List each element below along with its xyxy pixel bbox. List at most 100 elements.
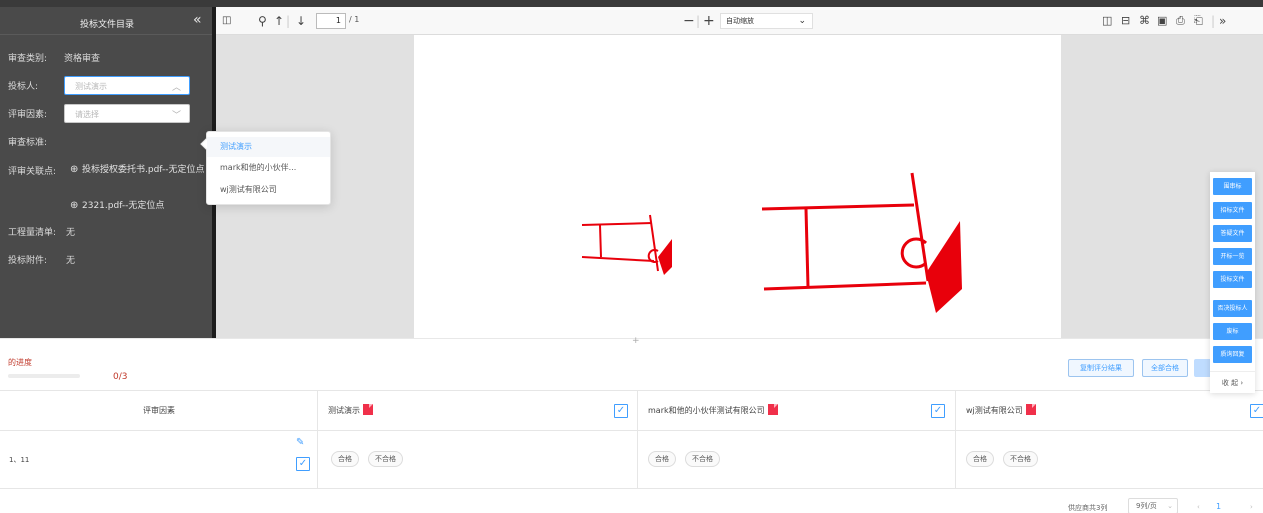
factor-select-placeholder: 请选择 <box>75 110 99 119</box>
fit-page-icon[interactable]: ⌘ <box>1139 13 1150 29</box>
vendor-name: wj测试有限公司 <box>966 404 1036 416</box>
linked-point-text: 投标授权委托书.pdf--无定位点 <box>82 165 205 175</box>
select-all-checkbox[interactable]: ✓ <box>1250 404 1263 418</box>
factor-label: 评审因素: <box>8 110 48 120</box>
bidder-dropdown: 测试演示 mark和他的小伙伴... wj测试有限公司 <box>200 131 331 205</box>
scan-stamp-small <box>581 214 659 272</box>
bookmark-icon[interactable]: ▣ <box>1157 13 1167 29</box>
double-chevron-right-icon[interactable]: » <box>1219 13 1226 29</box>
bidder-select-value: 测试演示 <box>75 82 107 91</box>
arrow-down-icon[interactable]: ↓ <box>296 13 306 29</box>
scan-stamp-small-fill <box>658 239 672 275</box>
zoom-out-icon[interactable]: − <box>683 13 695 29</box>
pdf-file-icon[interactable] <box>767 404 778 415</box>
presentation-icon[interactable]: ◫ <box>1102 13 1112 29</box>
vendor-name: mark和他的小伙伴测试有限公司 <box>648 404 778 416</box>
row-checkbox[interactable]: ✓ <box>296 457 310 471</box>
drag-handle-icon: + <box>632 336 640 346</box>
bidder-option[interactable]: 测试演示 <box>207 137 330 157</box>
factor-header-cell: 评审因素 <box>0 391 318 431</box>
bid-doc-sidebar: 投标文件目录 « 审查类别: 资格审查 投标人: 测试演示 ︿ 评审因素: 请选… <box>0 7 212 338</box>
pdf-page-drawing <box>581 172 962 313</box>
sidebar-title: 投标文件目录 <box>80 20 135 30</box>
vendor-score-cell: 合格 不合格 <box>956 431 1263 489</box>
quick-nav-button[interactable]: 废标 <box>1213 323 1252 340</box>
pdf-page <box>414 35 1061 338</box>
pass-button[interactable]: 合格 <box>648 451 676 467</box>
page-number[interactable]: 1 <box>1216 502 1221 511</box>
quick-nav-button[interactable]: 否决投标人 <box>1213 300 1252 317</box>
select-all-checkbox[interactable]: ✓ <box>931 404 945 418</box>
copy-score-button[interactable]: 复制评分结果 <box>1068 359 1134 377</box>
chevron-down-icon: ⌄ <box>1167 502 1173 510</box>
zoom-in-icon[interactable]: + <box>703 13 715 29</box>
fail-button[interactable]: 不合格 <box>1003 451 1038 467</box>
crosshair-icon: ⊕ <box>70 164 79 175</box>
chevron-down-icon: ⌄ <box>798 16 806 26</box>
page-size-select[interactable]: 9列/页 ⌄ <box>1128 498 1178 513</box>
review-category-label: 审查类别: <box>8 54 48 64</box>
linked-point-link[interactable]: ⊕ 2321.pdf--无定位点 <box>70 199 164 213</box>
panel-splitter[interactable]: + <box>0 336 1263 348</box>
bill-value: 无 <box>66 228 76 238</box>
vendor-header-cell: mark和他的小伙伴测试有限公司 ✓ <box>638 391 956 431</box>
download-icon[interactable]: ⎗ <box>1194 13 1203 29</box>
all-pass-button[interactable]: 全部合格 <box>1142 359 1188 377</box>
zoom-select-value: 自动缩放 <box>726 17 754 25</box>
bill-label: 工程量清单: <box>8 228 57 238</box>
next-page-icon[interactable]: › <box>1250 503 1253 511</box>
search-icon[interactable]: ⚲ <box>258 13 267 29</box>
factor-select[interactable]: 请选择 ﹀ <box>64 104 190 123</box>
progress-value: 0/3 <box>113 372 128 382</box>
quick-nav-button[interactable]: 答疑文件 <box>1213 225 1252 242</box>
factor-row-label: 1、11 <box>9 456 30 464</box>
print-icon[interactable]: ⎙ <box>1176 13 1185 29</box>
quick-nav-button[interactable]: 开标一览 <box>1213 248 1252 265</box>
vendor-score-cell: 合格 不合格 <box>638 431 956 489</box>
fail-button[interactable]: 不合格 <box>368 451 403 467</box>
pdf-file-icon[interactable] <box>363 404 373 415</box>
vendor-name: 测试演示 <box>328 404 373 416</box>
vendor-score-cell: 合格 不合格 <box>318 431 638 489</box>
review-category-value: 资格审查 <box>64 54 101 64</box>
prev-page-icon[interactable]: ‹ <box>1197 503 1200 511</box>
sidebar-toggle-icon[interactable]: ◫ <box>222 13 231 29</box>
divider: | <box>696 14 701 28</box>
quick-nav-button[interactable]: 质询回复 <box>1213 346 1252 363</box>
zoom-select[interactable]: 自动缩放 ⌄ <box>720 13 813 29</box>
pass-button[interactable]: 合格 <box>966 451 994 467</box>
bidder-option[interactable]: mark和他的小伙伴... <box>207 158 330 178</box>
page-total: / 1 <box>349 15 360 24</box>
standard-label: 审查标准: <box>8 138 48 148</box>
double-chevron-left-icon[interactable]: « <box>193 13 202 27</box>
bidder-option[interactable]: wj测试有限公司 <box>207 180 330 200</box>
quick-nav-button[interactable]: 投标文件 <box>1213 271 1252 288</box>
divider: | <box>286 14 291 28</box>
select-all-checkbox[interactable]: ✓ <box>614 404 628 418</box>
linked-point-text: 2321.pdf--无定位点 <box>82 201 165 211</box>
linked-points-label: 评审关联点: <box>8 167 57 177</box>
quick-nav-button[interactable]: 招标文件 <box>1213 202 1252 219</box>
open-file-icon[interactable]: ⊟ <box>1121 13 1130 29</box>
pdf-toolbar: ◫ ⚲ ↑ | ↓ 1 / 1 − | + 自动缩放 ⌄ ◫ ⊟ ⌘ ▣ ⎙ ⎗… <box>216 7 1263 35</box>
collapse-label: 收 起 <box>1221 379 1239 387</box>
chevron-down-icon: ﹀ <box>171 111 181 121</box>
bidder-select[interactable]: 测试演示 ︿ <box>64 76 190 95</box>
app-root: 投标文件目录 « 审查类别: 资格审查 投标人: 测试演示 ︿ 评审因素: 请选… <box>0 0 1263 513</box>
page-size-value: 9列/页 <box>1136 502 1157 510</box>
crosshair-icon: ⊕ <box>70 200 79 211</box>
fail-button[interactable]: 不合格 <box>685 451 720 467</box>
progress-bar <box>8 374 80 378</box>
linked-point-link[interactable]: ⊕ 投标授权委托书.pdf--无定位点 <box>70 163 210 177</box>
quick-nav-button[interactable]: 围串标 <box>1213 178 1252 195</box>
collapse-button[interactable]: 收 起 › <box>1210 371 1255 393</box>
pass-button[interactable]: 合格 <box>331 451 359 467</box>
page-number-input[interactable]: 1 <box>316 13 346 29</box>
pagination: 供应商共3列 9列/页 ⌄ ‹ 1 › <box>0 495 1263 513</box>
pdf-viewer: ◫ ⚲ ↑ | ↓ 1 / 1 − | + 自动缩放 ⌄ ◫ ⊟ ⌘ ▣ ⎙ ⎗… <box>216 7 1263 338</box>
arrow-up-icon[interactable]: ↑ <box>274 13 284 29</box>
pdf-file-icon[interactable] <box>1025 404 1036 415</box>
edit-detail-icon[interactable]: ✎ <box>296 437 304 448</box>
chevron-right-icon: › <box>1240 379 1244 387</box>
bidder-label: 投标人: <box>8 82 39 92</box>
